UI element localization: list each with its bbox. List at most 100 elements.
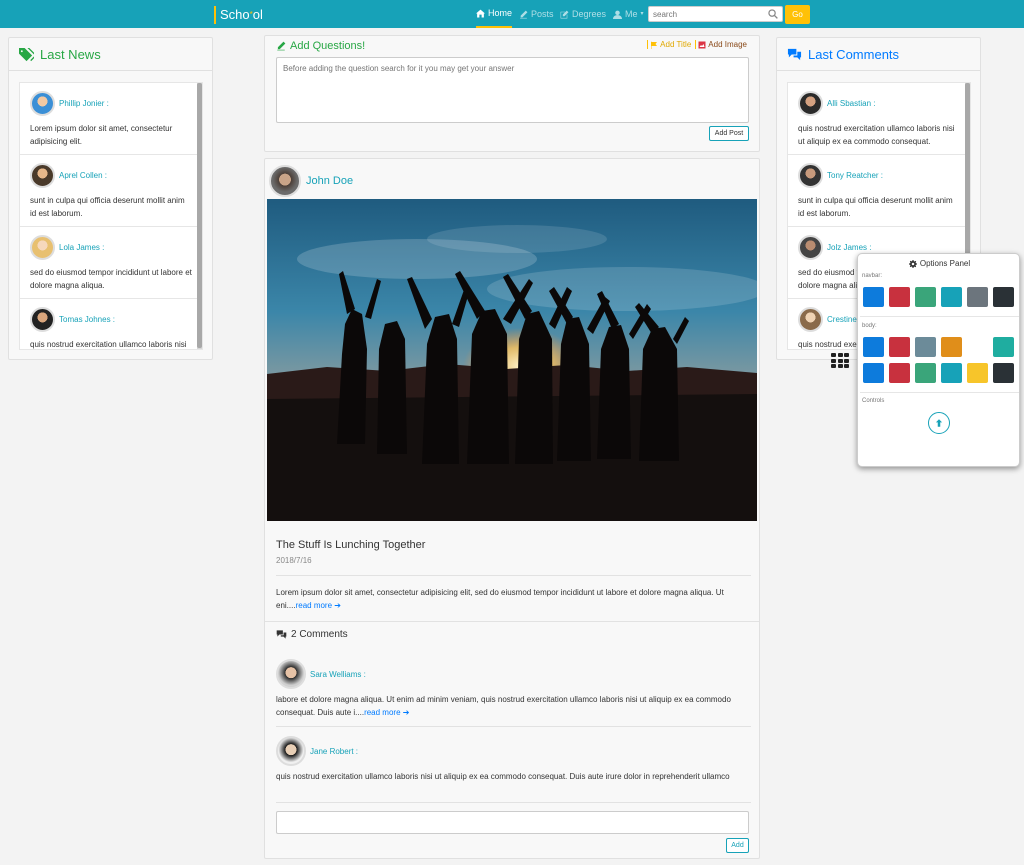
comments-icon: [787, 48, 802, 60]
nav-item-me[interactable]: Me ▾: [613, 0, 644, 28]
comment: Sara Welliams : labore et dolore magna a…: [276, 659, 751, 719]
navbar-color-swatch[interactable]: [967, 287, 988, 307]
avatar: [269, 165, 301, 197]
avatar: [798, 234, 823, 260]
body-colors-label: body:: [862, 323, 877, 329]
list-item[interactable]: Phillip Jonier : Lorem ipsum dolor sit a…: [20, 83, 202, 155]
controls-label: Controls: [862, 398, 885, 404]
search-button[interactable]: Go: [785, 5, 810, 24]
read-more-link[interactable]: read more ➔: [364, 708, 409, 717]
navbar-color-swatch[interactable]: [863, 287, 884, 307]
grid-icon[interactable]: [831, 353, 849, 369]
avatar: [30, 306, 55, 332]
avatar: [30, 90, 55, 116]
last-comments-header: Last Comments: [777, 38, 980, 71]
options-panel-title: Options Panel: [858, 259, 1021, 268]
body-color-swatch[interactable]: [967, 363, 988, 383]
body-color-swatch[interactable]: [967, 337, 988, 357]
add-post-button[interactable]: Add Post: [709, 126, 749, 141]
body-color-swatch[interactable]: [941, 363, 962, 383]
add-image-link[interactable]: Add Image: [695, 40, 747, 49]
add-comment-button[interactable]: Add: [726, 838, 749, 853]
sunset-group-photo: [267, 199, 757, 521]
last-news-header: Last News: [9, 38, 212, 71]
edit-icon: [560, 10, 569, 18]
post-panel: John Doe The Stuff Is Lunching Together …: [264, 158, 760, 859]
post-title: The Stuff Is Lunching Together: [276, 539, 426, 551]
body-color-swatch[interactable]: [863, 363, 884, 383]
search-icon[interactable]: [768, 9, 778, 19]
flag-icon: [651, 41, 658, 49]
avatar: [798, 162, 823, 188]
divider: [276, 575, 751, 576]
divider: [276, 726, 751, 727]
navbar-color-swatch[interactable]: [915, 287, 936, 307]
list-item[interactable]: Alli Sbastian : quis nostrud exercitatio…: [788, 83, 970, 155]
divider: [860, 392, 1019, 393]
last-news-list[interactable]: Phillip Jonier : Lorem ipsum dolor sit a…: [19, 82, 203, 350]
user-icon: [613, 10, 622, 19]
post-author: John Doe: [269, 165, 353, 197]
list-item[interactable]: Tomas Johnes : quis nostrud exercitation…: [20, 299, 202, 349]
arrow-right-icon: ➔: [402, 708, 410, 717]
navbar-colors-label: navbar:: [862, 273, 883, 279]
body-color-swatch[interactable]: [915, 363, 936, 383]
nav-item-degrees[interactable]: Degrees: [560, 0, 606, 28]
comments-icon: [276, 630, 287, 639]
chevron-down-icon: ▾: [640, 11, 644, 17]
pencil-icon: [520, 10, 528, 18]
avatar: [30, 162, 55, 188]
avatar: [798, 306, 823, 332]
post-date: 2018/7/16: [276, 556, 312, 565]
options-panel: Options Panel navbar: body: Controls: [857, 253, 1020, 467]
read-more-link[interactable]: read more ➔: [296, 601, 341, 610]
brand-logo[interactable]: Scho*ol: [214, 6, 263, 24]
navbar-color-swatch[interactable]: [889, 287, 910, 307]
arrow-up-icon: [935, 419, 943, 427]
comments-title: 2 Comments: [276, 629, 348, 640]
avatar: [30, 234, 55, 260]
home-icon: [476, 9, 485, 17]
list-item[interactable]: Lola James : sed do eiusmod tempor incid…: [20, 227, 202, 299]
list-item[interactable]: Aprel Collen : sunt in culpa qui officia…: [20, 155, 202, 227]
scrollbar-thumb[interactable]: [197, 83, 202, 348]
tags-icon: [19, 47, 34, 61]
divider: [276, 802, 751, 803]
body-color-swatch[interactable]: [993, 337, 1014, 357]
comment: Jane Robert : quis nostrud exercitation …: [276, 736, 751, 783]
arrow-right-icon: ➔: [334, 601, 341, 610]
navbar-color-swatch[interactable]: [941, 287, 962, 307]
last-news-panel: Last News Phillip Jonier : Lorem ipsum d…: [8, 37, 213, 360]
avatar: [276, 659, 306, 689]
scroll-to-top-button[interactable]: [928, 412, 950, 434]
search-input[interactable]: [649, 7, 764, 21]
add-title-link[interactable]: Add Title: [647, 40, 691, 49]
post-image: [267, 199, 757, 521]
add-question-links: Add Title Add Image: [647, 40, 747, 49]
comment-textarea[interactable]: [276, 811, 749, 834]
body-color-swatch[interactable]: [915, 337, 936, 357]
navbar-color-swatch[interactable]: [993, 287, 1014, 307]
add-question-title: Add Questions!: [276, 40, 365, 52]
body-color-swatch[interactable]: [889, 363, 910, 383]
image-icon: [698, 41, 706, 48]
body-color-swatch[interactable]: [993, 363, 1014, 383]
add-question-panel: Add Questions! Add Title Add Image Add P…: [264, 35, 760, 152]
body-color-swatch[interactable]: [889, 337, 910, 357]
search-box: [648, 6, 783, 22]
post-body: Lorem ipsum dolor sit amet, consectetur …: [276, 588, 724, 610]
nav-item-posts[interactable]: Posts: [519, 0, 554, 28]
body-color-swatch[interactable]: [941, 337, 962, 357]
nav-item-home[interactable]: Home: [476, 0, 513, 28]
avatar: [798, 90, 823, 116]
gear-icon: [908, 259, 917, 268]
divider: [265, 621, 759, 622]
pencil-icon: [277, 41, 286, 51]
divider: [860, 316, 1019, 317]
body-color-swatch[interactable]: [863, 337, 884, 357]
scrollbar[interactable]: [197, 83, 202, 349]
navbar: Scho*ol Home Posts Degrees Me ▾ Go: [0, 0, 1024, 28]
question-textarea[interactable]: [276, 57, 749, 123]
list-item[interactable]: Tony Reatcher : sunt in culpa qui offici…: [788, 155, 970, 227]
avatar: [276, 736, 306, 766]
